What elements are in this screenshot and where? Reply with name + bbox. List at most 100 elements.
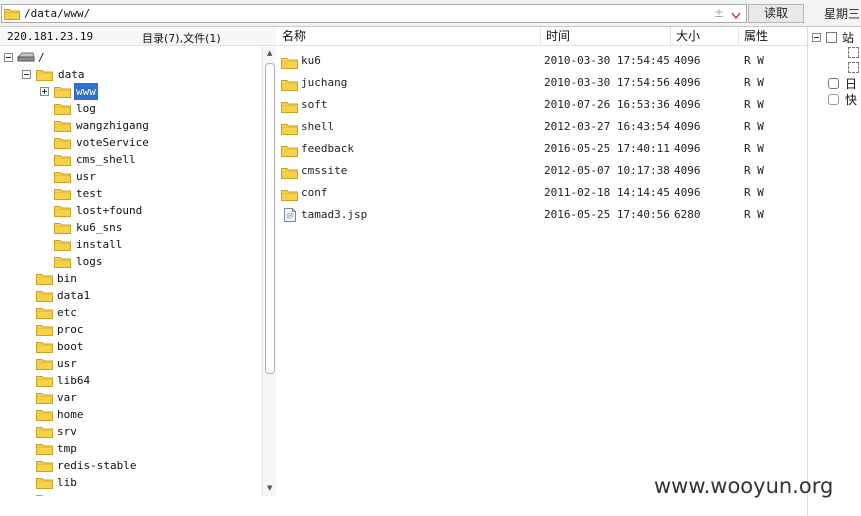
tree-node-label: bin <box>57 272 77 285</box>
dropdown-arrow-icon[interactable] <box>731 10 741 20</box>
tree-node[interactable]: usr <box>36 355 246 372</box>
tree-node[interactable]: data1 <box>36 287 246 304</box>
tree-node[interactable]: log <box>40 100 250 117</box>
tree-node[interactable]: tmp <box>36 440 246 457</box>
tree-node[interactable]: voteService <box>40 134 250 151</box>
tree-node[interactable]: srv <box>36 423 246 440</box>
file-size: 4096 <box>674 164 701 177</box>
tree-node[interactable]: lib <box>36 474 246 491</box>
tree-node[interactable]: install <box>40 236 250 253</box>
right-tree-label: 站 <box>842 31 855 45</box>
file-attr: R W <box>744 98 764 111</box>
file-size: 4096 <box>674 142 701 155</box>
file-time: 2012-03-27 16:43:54 <box>544 120 670 133</box>
tree-node[interactable]: ku6_sns <box>40 219 250 236</box>
collapse-toggle-icon[interactable] <box>4 53 13 62</box>
tree-node-label: boot <box>57 340 84 353</box>
file-attr: R W <box>744 120 764 133</box>
plus-minus-icon[interactable]: ± <box>714 6 724 20</box>
read-button[interactable]: 读取 <box>748 4 804 23</box>
tree-node-label: lib <box>57 476 77 489</box>
tree-node-label: install <box>76 238 123 251</box>
address-bar[interactable]: /data/www/ ± <box>1 4 747 23</box>
tree-node[interactable]: test <box>40 185 250 202</box>
collapse-toggle-icon[interactable] <box>22 70 31 79</box>
file-row[interactable]: shell 2012-03-27 16:43:54 4096 R W <box>277 116 807 138</box>
file-time: 2010-03-30 17:54:45 <box>544 54 670 67</box>
tree-node[interactable]: var <box>36 389 246 406</box>
tree-node-label: redis-stable <box>57 459 137 472</box>
tree-node[interactable]: home <box>36 406 246 423</box>
scroll-up-icon[interactable]: ▲ <box>267 49 272 57</box>
scrollbar-thumb[interactable] <box>265 63 275 374</box>
weekday-label: 星期三 <box>824 7 861 21</box>
tree-node-label: / <box>38 51 45 64</box>
file-name: soft <box>301 98 328 111</box>
tree-node[interactable]: etc <box>36 304 246 321</box>
tree-node-label: log <box>76 102 96 115</box>
file-name: shell <box>301 120 335 133</box>
file-row[interactable]: feedback 2016-05-25 17:40:11 4096 R W <box>277 138 807 160</box>
tree-node-label: home <box>57 408 84 421</box>
tree-node-label: ku6_sns <box>76 221 123 234</box>
column-name[interactable]: 名称 <box>277 27 541 46</box>
tree-node[interactable]: lost+found <box>40 202 250 219</box>
tree-node[interactable]: cms_shell <box>40 151 250 168</box>
file-size: 4096 <box>674 98 701 111</box>
file-row[interactable]: cmssite 2012-05-07 10:17:38 4096 R W <box>277 160 807 182</box>
file-time: 2010-03-30 17:54:56 <box>544 76 670 89</box>
tree-node[interactable]: redis-stable <box>36 457 246 474</box>
tree-node-label: www <box>74 83 98 100</box>
file-size: 4096 <box>674 54 701 67</box>
file-attr: R W <box>744 164 764 177</box>
server-ip: 220.181.23.19 <box>7 30 94 43</box>
file-row[interactable]: ku6 2010-03-30 17:54:45 4096 R W <box>277 50 807 72</box>
scroll-down-icon[interactable]: ▼ <box>267 484 272 492</box>
column-size[interactable]: 大小 <box>671 27 739 46</box>
folder-icon <box>4 7 20 23</box>
file-row[interactable]: soft 2010-07-26 16:53:36 4096 R W <box>277 94 807 116</box>
file-time: 2016-05-25 17:40:56 <box>544 208 670 221</box>
tree-node-label: lib64 <box>57 374 91 387</box>
file-attr: R W <box>744 76 764 89</box>
tree-node[interactable]: www <box>40 83 250 100</box>
file-attr: R W <box>744 142 764 155</box>
file-size: 6280 <box>674 208 701 221</box>
tree-node[interactable]: boot <box>36 338 246 355</box>
tree-node-label: tmp <box>57 442 77 455</box>
tree-node-root[interactable]: / <box>4 49 244 66</box>
tree-node-label: data1 <box>57 289 91 302</box>
address-input[interactable]: /data/www/ <box>24 7 90 20</box>
tree-node[interactable]: usr <box>40 168 250 185</box>
tree-node-label: var <box>57 391 77 404</box>
tree-scrollbar[interactable]: ▲ ▼ <box>262 47 276 496</box>
page-icon <box>848 47 859 58</box>
file-row[interactable]: juchang 2010-03-30 17:54:56 4096 R W <box>277 72 807 94</box>
tree-node[interactable]: proc <box>36 321 246 338</box>
file-row[interactable]: conf 2011-02-18 14:14:45 4096 R W <box>277 182 807 204</box>
file-row[interactable]: tamad3.jsp 2016-05-25 17:40:56 6280 R W <box>277 204 807 226</box>
collapse-toggle-icon[interactable] <box>812 33 821 42</box>
column-time[interactable]: 时间 <box>541 27 671 46</box>
tree-node-label: test <box>76 187 103 200</box>
tree-header: 220.181.23.19 目录(7),文件(1) <box>0 27 276 46</box>
file-time: 2010-07-26 16:53:36 <box>544 98 670 111</box>
tree-node[interactable]: lib64 <box>36 372 246 389</box>
column-attr[interactable]: 属性 <box>739 27 807 46</box>
expand-toggle-icon[interactable] <box>40 87 49 96</box>
tree-node-label: wangzhigang <box>76 119 149 132</box>
file-attr: R W <box>744 208 764 221</box>
tree-node-label: data <box>58 68 85 81</box>
tree-node[interactable]: wangzhigang <box>40 117 250 134</box>
tree-node[interactable]: bin <box>36 270 246 287</box>
tree-node[interactable]: logs <box>40 253 250 270</box>
page-icon <box>848 62 859 73</box>
directory-tree: / data www log wangzhigang voteService cms_she… <box>0 47 262 496</box>
right-tree-label: 日 <box>845 77 858 91</box>
file-name: tamad3.jsp <box>301 208 368 221</box>
file-icon <box>284 208 296 230</box>
tree-node-data[interactable]: data <box>22 66 242 83</box>
tree-node-label: etc <box>57 306 77 319</box>
tree-node-label: lost+found <box>76 204 143 217</box>
tree-node-label: usr <box>57 357 77 370</box>
